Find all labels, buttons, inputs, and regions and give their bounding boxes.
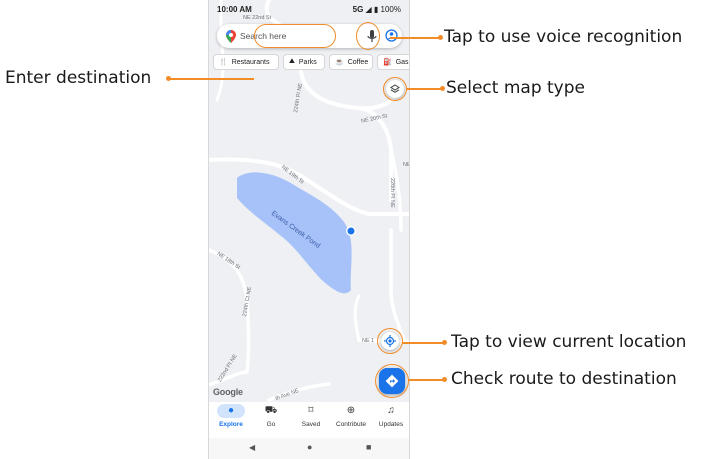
bookmark-icon: ⌑ [308, 405, 314, 416]
current-location-dot-inner [347, 227, 355, 235]
location-highlight-ring [377, 328, 403, 354]
callout-dot [166, 76, 171, 81]
chip-label: Parks [298, 58, 317, 66]
nav-label: Explore [219, 421, 243, 428]
plus-circle-icon: ⊕ [346, 405, 356, 416]
street-label: 226th PI NE [389, 178, 395, 208]
nav-go[interactable]: ⛟ Go [251, 404, 291, 428]
map-type-highlight-ring [383, 77, 407, 101]
callout-map-type: Select map type [446, 78, 585, 98]
nav-label: Updates [378, 421, 404, 428]
status-time: 10:00 AM [217, 5, 252, 14]
back-icon[interactable]: ◀ [249, 443, 255, 452]
battery-label: 100% [380, 5, 401, 14]
chip-parks[interactable]: ⛰ Parks [283, 54, 325, 70]
callout-line-route [408, 379, 444, 381]
street-label: NE 1 [362, 338, 375, 344]
chip-label: Coffee [347, 58, 369, 66]
google-logo: Google [213, 387, 243, 397]
callout-dot [440, 86, 445, 91]
voice-highlight-ring [356, 22, 380, 50]
google-logo-text: Google [213, 387, 243, 397]
road [353, 294, 361, 342]
chip-coffee[interactable]: ☕ Coffee [329, 54, 373, 70]
road [389, 228, 406, 342]
nav-label: Contribute [336, 421, 366, 428]
callout-voice: Tap to use voice recognition [444, 27, 683, 47]
chip-label: Restaurants [231, 58, 270, 66]
nav-contribute[interactable]: ⊕ Contribute [331, 404, 371, 428]
car-icon: ⛟ [264, 405, 278, 416]
callout-dot [442, 340, 447, 345]
tree-icon: ⛰ [289, 58, 295, 65]
status-indicators: 5G ◢ ▮ 100% [352, 5, 401, 14]
network-label: 5G [352, 5, 364, 14]
callout-line-voice [390, 37, 440, 39]
category-chips: 🍴 Restaurants ⛰ Parks ☕ Coffee ⛽ Gas [209, 54, 409, 72]
nav-updates[interactable]: ♫ Updates [371, 404, 409, 428]
pin-icon: ● [217, 404, 245, 418]
chip-label: Gas [395, 58, 409, 66]
maps-pin-icon [226, 30, 236, 43]
street-label: NE [403, 162, 410, 168]
road [209, 370, 249, 387]
home-icon[interactable]: ● [307, 442, 312, 452]
directions-highlight-ring [375, 364, 409, 398]
gas-pump-icon: ⛽ [383, 59, 392, 66]
chip-restaurants[interactable]: 🍴 Restaurants [213, 54, 279, 70]
system-nav-bar: ◀ ● ■ [209, 438, 409, 459]
callout-line-destination [170, 78, 254, 80]
recents-icon[interactable]: ■ [366, 442, 371, 452]
status-bar: 10:00 AM 5G ◢ ▮ 100% [209, 0, 409, 18]
bell-icon: ♫ [387, 405, 395, 416]
callout-dot [442, 377, 447, 382]
callout-line-location [402, 342, 444, 344]
nav-saved[interactable]: ⌑ Saved [291, 404, 331, 428]
phone-screen: Evans Creek Pond NE 22nd St 224th PI NE … [208, 0, 410, 459]
account-avatar-icon[interactable] [385, 29, 398, 42]
callout-route: Check route to destination [451, 369, 677, 389]
nav-label: Go [266, 421, 276, 428]
search-highlight-ring [254, 24, 336, 48]
bottom-nav: ● Explore ⛟ Go ⌑ Saved ⊕ Contribute ♫ Up… [209, 402, 409, 438]
callout-location: Tap to view current location [451, 332, 687, 352]
nav-label: Saved [301, 421, 321, 428]
callout-line-map-type [406, 88, 442, 90]
chip-gas[interactable]: ⛽ Gas [377, 54, 409, 70]
callout-destination: Enter destination [5, 68, 152, 88]
nav-explore[interactable]: ● Explore [211, 404, 251, 428]
callout-dot [438, 35, 443, 40]
coffee-cup-icon: ☕ [335, 59, 344, 66]
fork-knife-icon: 🍴 [219, 59, 228, 66]
